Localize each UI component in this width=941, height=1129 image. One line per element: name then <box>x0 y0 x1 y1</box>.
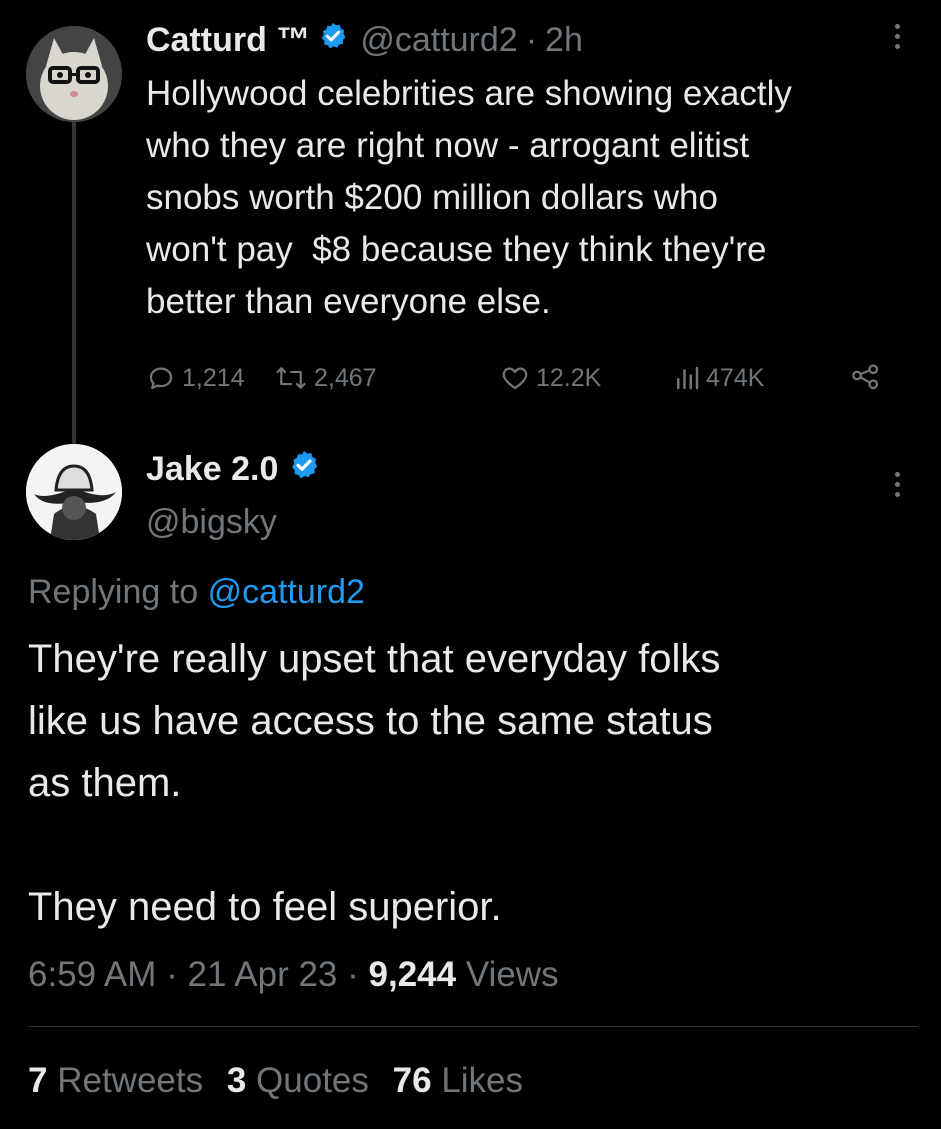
quotes-stat[interactable]: 3 Quotes <box>227 1061 379 1100</box>
views-button[interactable]: 474K <box>674 356 764 400</box>
likes-label: Likes <box>441 1061 524 1100</box>
original-action-bar: 1,214 2,467 12.2K 474K <box>146 356 886 400</box>
text-line: Hollywood celebrities are showing exactl… <box>146 74 792 113</box>
share-icon <box>852 364 879 390</box>
likes-stat[interactable]: 76 Likes <box>393 1061 523 1100</box>
original-tweet-header: Catturd ™ @catturd2 · 2h <box>146 16 583 64</box>
views-count: 9,244 <box>368 955 457 994</box>
original-time-ago[interactable]: 2h <box>545 21 583 60</box>
text-line: like us have access to the same status <box>28 699 713 743</box>
share-button[interactable] <box>850 356 884 400</box>
catturd-avatar[interactable] <box>26 26 122 122</box>
views-label: Views <box>465 955 559 994</box>
header-separator: · <box>525 20 538 59</box>
replying-to-label: Replying to <box>28 573 199 611</box>
text-line: won't pay $8 because they think they're <box>146 230 767 269</box>
timestamp-time[interactable]: 6:59 AM <box>28 955 156 994</box>
reply-button[interactable]: 1,214 <box>146 356 245 400</box>
retweets-stat[interactable]: 7 Retweets <box>28 1061 213 1100</box>
timestamp-line: 6:59 AM · 21 Apr 23 · 9,244 Views <box>28 950 559 1000</box>
reply-tweet-header: Jake 2.0 <box>146 444 320 494</box>
cat-with-glasses-avatar-image <box>26 26 122 122</box>
cowboy-avatar-image <box>26 444 122 540</box>
like-button[interactable]: 12.2K <box>500 356 601 400</box>
text-line: who they are right now - arrogant elitis… <box>146 126 750 165</box>
reply-handle[interactable]: @bigsky <box>146 500 277 544</box>
reply-tweet-text: They're really upset that everyday folks… <box>28 628 918 814</box>
text-line: They're really upset that everyday folks <box>28 637 721 681</box>
text-line: as them. <box>28 761 182 805</box>
timestamp-dot: · <box>347 955 359 994</box>
verified-badge-icon <box>288 449 320 490</box>
view-count: 474K <box>706 363 765 392</box>
reply-display-name[interactable]: Jake 2.0 <box>146 450 278 489</box>
text-line: better than everyone else. <box>146 282 551 321</box>
likes-count: 76 <box>392 1061 432 1100</box>
quotes-count: 3 <box>226 1061 247 1100</box>
timestamp-date[interactable]: 21 Apr 23 <box>188 955 338 994</box>
more-dots-icon[interactable] <box>892 472 902 497</box>
text-line: snobs worth $200 million dollars who <box>146 178 718 217</box>
retweets-label: Retweets <box>57 1061 204 1100</box>
quotes-label: Quotes <box>256 1061 369 1100</box>
retweet-count: 2,467 <box>314 363 377 392</box>
more-dots-icon[interactable] <box>892 24 902 49</box>
original-display-name[interactable]: Catturd ™ <box>146 21 310 60</box>
jake-avatar[interactable] <box>26 444 122 540</box>
replying-to-handle-link[interactable]: @catturd2 <box>208 573 365 611</box>
verified-badge-icon <box>318 21 348 60</box>
retweet-button[interactable]: 2,467 <box>274 356 377 400</box>
heart-icon <box>502 367 528 390</box>
like-count: 12.2K <box>536 363 602 392</box>
retweets-count: 7 <box>28 1061 48 1100</box>
replying-to-line: Replying to @catturd2 <box>28 568 365 616</box>
stats-divider <box>28 1026 918 1027</box>
thread-connector-line <box>72 116 76 444</box>
reply-count: 1,214 <box>182 363 245 392</box>
reply-text-last-line: They need to feel superior. <box>28 885 502 929</box>
timestamp-dot: · <box>166 955 178 994</box>
reply-bubble-icon <box>149 367 173 390</box>
original-handle[interactable]: @catturd2 <box>360 21 517 60</box>
engagement-stats: 7 Retweets 3 Quotes 76 Likes <box>28 1056 523 1106</box>
original-tweet-text: Hollywood celebrities are showing exactl… <box>146 68 926 328</box>
bar-chart-icon <box>677 366 699 390</box>
retweet-arrows-icon <box>276 367 306 389</box>
